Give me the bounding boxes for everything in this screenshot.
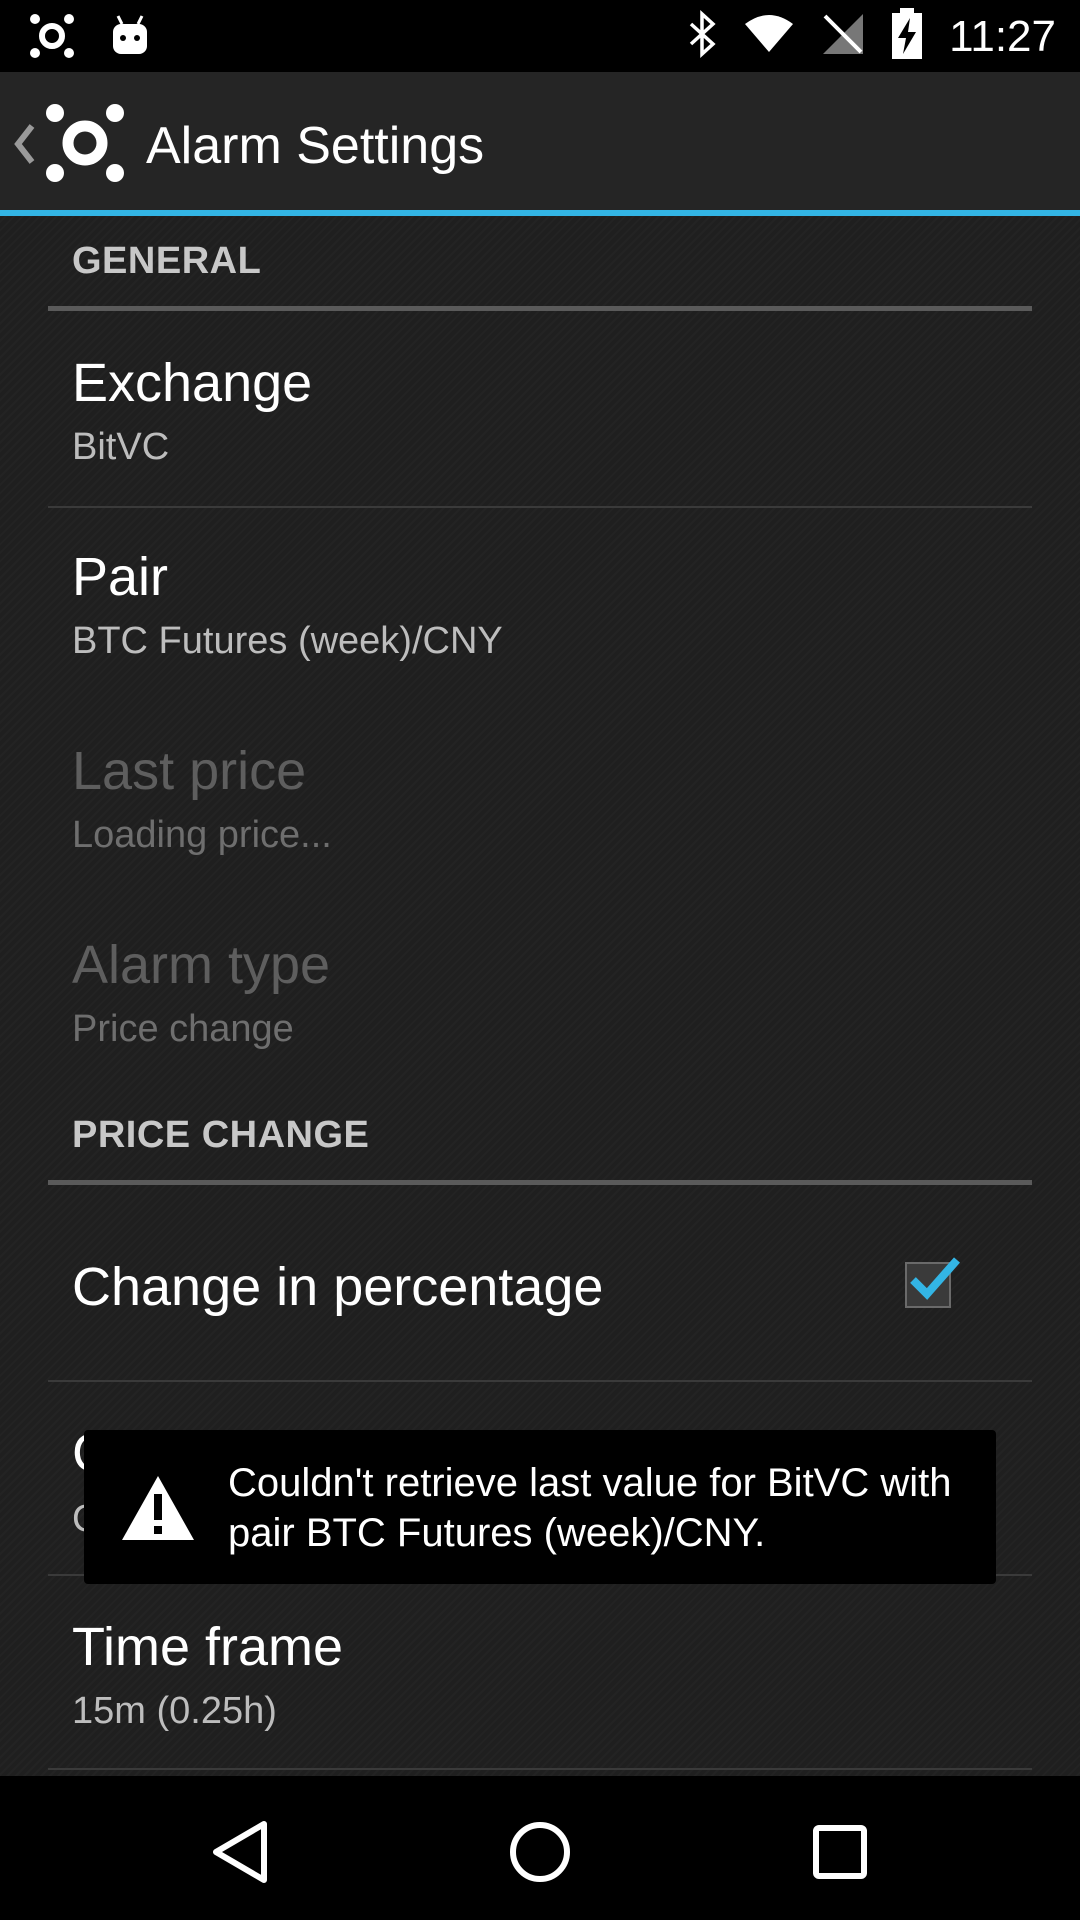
action-bar-accent-line xyxy=(0,210,1080,216)
error-toast: Couldn't retrieve last value for BitVC w… xyxy=(84,1430,996,1584)
wifi-icon xyxy=(743,14,795,59)
battery-charging-icon xyxy=(891,8,923,65)
page-title: Alarm Settings xyxy=(146,117,485,175)
toast-message: Couldn't retrieve last value for BitVC w… xyxy=(228,1461,952,1555)
section-header-price-change: PRICE CHANGE xyxy=(72,1114,370,1156)
checkmark-icon xyxy=(910,1257,960,1300)
status-time: 11:27 xyxy=(949,11,1056,61)
navigation-bar xyxy=(0,1776,1080,1920)
pref-last-price-summary: Loading price... xyxy=(72,814,332,856)
pref-pair-summary: BTC Futures (week)/CNY xyxy=(72,620,503,662)
pref-exchange[interactable]: Exchange BitVC xyxy=(0,312,1080,506)
back-icon[interactable] xyxy=(200,1812,280,1892)
chevron-left-icon[interactable] xyxy=(10,116,38,177)
action-bar: Alarm Settings xyxy=(0,72,1080,210)
pref-alarm-type-title: Alarm type xyxy=(72,935,331,995)
section-rule-price-change xyxy=(48,1180,1032,1185)
bluetooth-icon xyxy=(687,10,717,63)
android-debug-icon xyxy=(110,14,150,63)
pref-change-in-percentage-title: Change in percentage xyxy=(72,1257,604,1317)
pref-time-frame-summary: 15m (0.25h) xyxy=(72,1690,277,1732)
pref-pair[interactable]: Pair BTC Futures (week)/CNY xyxy=(0,508,1080,702)
divider xyxy=(48,1768,1032,1770)
pref-exchange-title: Exchange xyxy=(72,353,313,413)
home-icon[interactable] xyxy=(500,1812,580,1892)
status-bar: 11:27 xyxy=(0,0,1080,72)
pref-last-price: Last price Loading price... xyxy=(0,702,1080,896)
pref-last-price-title: Last price xyxy=(72,741,307,801)
pref-time-frame-title: Time frame xyxy=(72,1617,344,1677)
app-logo-icon[interactable] xyxy=(44,102,126,189)
pref-exchange-summary: BitVC xyxy=(72,426,170,468)
pref-alarm-type-summary: Price change xyxy=(72,1008,294,1050)
pref-pair-title: Pair xyxy=(72,547,169,607)
pref-time-frame[interactable]: Time frame 15m (0.25h) xyxy=(0,1576,1080,1770)
recents-icon[interactable] xyxy=(800,1812,880,1892)
change-in-percentage-checkbox[interactable] xyxy=(905,1257,960,1308)
no-sim-icon xyxy=(821,12,865,61)
pref-alarm-type: Alarm type Price change xyxy=(0,896,1080,1090)
pref-change-in-percentage[interactable]: Change in percentage xyxy=(0,1186,1080,1380)
app-notification-icon xyxy=(28,12,76,65)
section-header-general: GENERAL xyxy=(72,240,262,282)
warning-icon xyxy=(120,1474,196,1547)
section-rule-general xyxy=(48,306,1032,311)
